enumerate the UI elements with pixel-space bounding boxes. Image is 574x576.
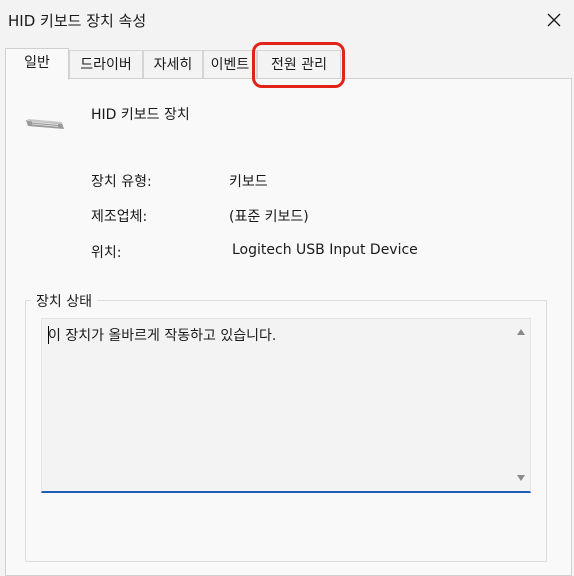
title-bar: HID 키보드 장치 속성 xyxy=(0,0,574,40)
tab-details[interactable]: 자세히 xyxy=(143,50,203,78)
manufacturer-label: 제조업체: xyxy=(91,209,148,225)
tab-driver[interactable]: 드라이버 xyxy=(69,50,143,78)
manufacturer-value: (표준 키보드) xyxy=(229,209,309,225)
location-label: 위치: xyxy=(91,245,122,261)
device-status-title: 장치 상태 xyxy=(31,291,97,311)
device-type-label: 장치 유형: xyxy=(91,174,152,190)
tab-strip: 일반 드라이버 자세히 이벤트 전원 관리 xyxy=(0,48,574,80)
keyboard-icon xyxy=(26,119,64,129)
close-button[interactable] xyxy=(538,8,570,32)
tab-events[interactable]: 이벤트 xyxy=(203,50,257,78)
location-value: Logitech USB Input Device xyxy=(232,242,418,258)
device-name: HID 키보드 장치 xyxy=(91,107,190,123)
window-title: HID 키보드 장치 속성 xyxy=(8,12,147,30)
status-scrollbar[interactable] xyxy=(512,319,530,491)
device-status-text: 이 장치가 올바르게 작동하고 있습니다. xyxy=(48,328,277,344)
scroll-down-arrow-icon[interactable] xyxy=(517,475,525,481)
device-type-value: 키보드 xyxy=(229,174,268,190)
tab-general[interactable]: 일반 xyxy=(5,48,69,80)
scroll-up-arrow-icon[interactable] xyxy=(517,329,525,335)
close-icon xyxy=(547,13,561,27)
tab-power-management[interactable]: 전원 관리 xyxy=(257,50,341,78)
device-status-textbox[interactable]: 이 장치가 올바르게 작동하고 있습니다. xyxy=(41,318,531,493)
